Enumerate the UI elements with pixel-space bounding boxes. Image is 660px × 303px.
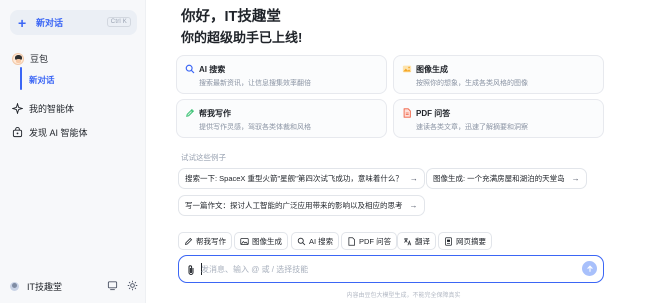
example-text: 图像生成: 一个充满房屋和湖泊的天堂岛 — [433, 174, 565, 183]
card-desc: 搜索最新资讯，让信息搜集效率翻倍 — [199, 80, 311, 87]
greeting-title: 你好，IT技趣堂 — [181, 9, 281, 25]
shortcut-hint: Ctrl K — [106, 17, 131, 27]
tool-search-button[interactable]: AI 搜索 — [291, 232, 340, 250]
tool-web-summary-button[interactable]: 网页摘要 — [438, 232, 492, 250]
message-composer — [178, 255, 604, 283]
card-title: AI 搜索 — [199, 65, 226, 74]
translate-icon — [404, 237, 412, 245]
example-chip[interactable]: 图像生成: 一个充满房屋和湖泊的天堂岛 → — [426, 168, 587, 189]
pen-icon — [184, 237, 193, 245]
arrow-up-icon — [586, 264, 593, 272]
pdf-icon — [348, 236, 355, 246]
greeting-subtitle: 你的超级助手已上线! — [181, 30, 303, 45]
example-text: 搜索一下: SpaceX 重型火箭"星舰"第四次试飞成功，意味着什么？ — [185, 174, 403, 183]
tool-label: 网页摘要 — [456, 236, 486, 246]
active-indicator — [20, 67, 22, 90]
search-icon — [185, 64, 195, 74]
pdf-icon — [403, 108, 411, 118]
sidebar-item-my-agents[interactable]: 我的智能体 — [12, 102, 74, 115]
card-desc: 速读各类文章，迅速了解摘要和洞察 — [416, 124, 528, 131]
tool-label: 翻译 — [415, 236, 430, 246]
arrow-right-icon: → — [409, 174, 418, 183]
new-chat-button[interactable]: + 新对话 Ctrl K — [10, 10, 137, 35]
send-button[interactable] — [582, 261, 597, 276]
image-icon — [402, 65, 412, 73]
tool-label: PDF 问答 — [359, 236, 392, 246]
tool-label: 图像生成 — [252, 236, 282, 246]
card-pdf-qa[interactable]: PDF 问答 速读各类文章，迅速了解摘要和洞察 — [393, 99, 604, 138]
tool-translate-button[interactable]: 翻译 — [397, 232, 436, 250]
plus-icon: + — [18, 14, 27, 31]
bot-avatar — [12, 52, 24, 65]
main-area: 你好，IT技趣堂 你的超级助手已上线! AI 搜索 搜索最新资讯，让信息搜集效率… — [147, 0, 660, 303]
paperclip-icon[interactable] — [186, 264, 196, 276]
tool-image-button[interactable]: 图像生成 — [234, 232, 288, 250]
sidebar-item-bot[interactable]: 豆包 — [12, 52, 48, 65]
card-image-gen[interactable]: 图像生成 按照你的想象，生成各类风格的图像 — [393, 55, 604, 94]
example-chip[interactable]: 写一篇作文：探讨人工智能的广泛应用带来的影响以及相应的思考 → — [178, 195, 425, 216]
gear-icon[interactable] — [127, 280, 138, 291]
card-ai-search[interactable]: AI 搜索 搜索最新资讯，让信息搜集效率翻倍 — [176, 55, 387, 94]
search-icon — [297, 237, 306, 245]
pen-icon — [186, 108, 195, 117]
card-title: PDF 问答 — [416, 109, 451, 118]
tool-pdf-button[interactable]: PDF 问答 — [341, 232, 398, 250]
sidebar: + 新对话 Ctrl K 豆包 新对话 我的智能体 发现 AI 智能体 IT技趣… — [0, 0, 146, 303]
bot-name: 豆包 — [30, 54, 49, 64]
tool-writing-button[interactable]: 帮我写作 — [178, 232, 232, 250]
card-desc: 提供写作灵感，驾驭各类体裁和风格 — [199, 124, 311, 131]
examples-heading: 试试这些例子 — [181, 153, 226, 162]
sidebar-item-label: 我的智能体 — [29, 104, 75, 114]
tool-label: 帮我写作 — [196, 236, 226, 246]
new-chat-label: 新对话 — [36, 18, 64, 28]
user-profile[interactable]: IT技趣堂 — [10, 280, 62, 293]
sidebar-item-new-chat[interactable]: 新对话 — [29, 74, 55, 86]
user-name: IT技趣堂 — [27, 282, 62, 292]
sidebar-item-discover-agents[interactable]: 发现 AI 智能体 — [12, 126, 88, 139]
example-text: 写一篇作文：探讨人工智能的广泛应用带来的影响以及相应的思考 — [185, 201, 403, 210]
card-title: 帮我写作 — [199, 109, 231, 118]
sidebar-item-label: 发现 AI 智能体 — [29, 128, 88, 138]
tool-label: AI 搜索 — [309, 236, 334, 246]
card-desc: 按照你的想象，生成各类风格的图像 — [416, 80, 528, 87]
sparkle-icon — [12, 103, 23, 114]
web-summary-icon — [445, 236, 452, 246]
bot-store-icon — [12, 127, 23, 138]
download-app-icon[interactable] — [107, 280, 118, 291]
disclaimer: 内容由豆包大模型生成，不能完全保障真实 — [346, 293, 461, 299]
avatar — [10, 282, 19, 291]
arrow-right-icon: → — [571, 174, 580, 183]
card-title: 图像生成 — [416, 65, 448, 74]
message-input[interactable] — [201, 262, 571, 277]
arrow-right-icon: → — [409, 201, 418, 210]
image-icon — [240, 237, 249, 245]
card-writing[interactable]: 帮我写作 提供写作灵感，驾驭各类体裁和风格 — [176, 99, 387, 138]
example-chip[interactable]: 搜索一下: SpaceX 重型火箭"星舰"第四次试飞成功，意味着什么？ → — [178, 168, 425, 189]
